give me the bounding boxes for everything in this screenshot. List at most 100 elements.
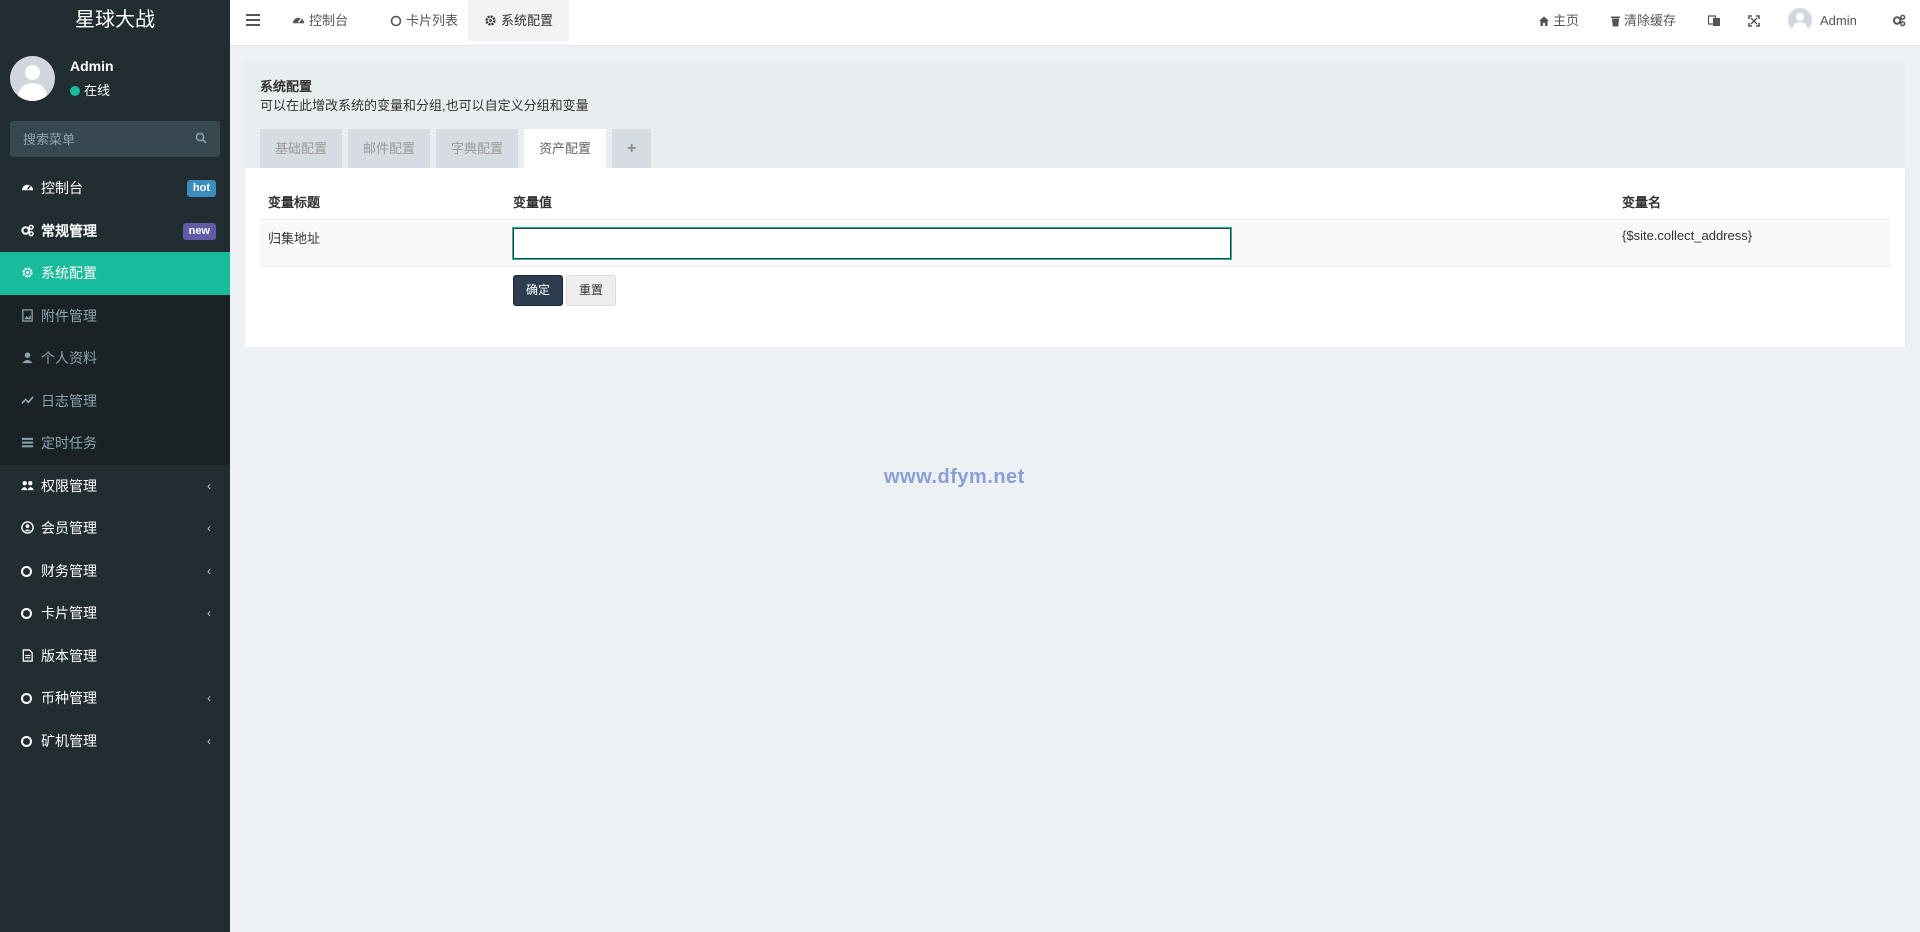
cogs-icon <box>1892 14 1906 27</box>
sidebar-item-label: 个人资料 <box>41 350 97 366</box>
user-circle-icon <box>21 521 34 534</box>
cogs-icon <box>21 224 34 236</box>
dashboard-icon <box>21 184 34 191</box>
chevron-left-icon: ‹ <box>207 478 211 493</box>
sidebar-item-members[interactable]: 会员管理 ‹ <box>0 507 230 550</box>
circle-icon <box>21 735 32 747</box>
sidebar-item-label: 权限管理 <box>41 477 97 494</box>
clear-cache-button[interactable]: 清除缓存 <box>1610 0 1676 41</box>
tab-dictionary-config[interactable]: 字典配置 <box>436 129 519 168</box>
chevron-left-icon: ‹ <box>207 606 211 620</box>
clear-cache-label: 清除缓存 <box>1624 13 1677 28</box>
top-navbar: 控制台 卡片列表 系统配置 主页 清除缓存 Admin <box>230 0 1920 46</box>
sidebar-item-profile[interactable]: 个人资料 <box>0 337 230 380</box>
sidebar-item-miners[interactable]: 矿机管理 ‹ <box>0 720 230 763</box>
user-icon <box>22 352 33 364</box>
sidebar-item-label: 币种管理 <box>41 690 97 706</box>
search-input[interactable] <box>10 121 190 157</box>
chevron-left-icon: ‹ <box>207 691 211 705</box>
tab-basic-config[interactable]: 基础配置 <box>260 129 343 168</box>
language-icon <box>1707 15 1720 26</box>
sidebar-item-label: 常规管理 <box>41 222 97 239</box>
tab-label: 系统配置 <box>501 13 554 28</box>
tab-label: 控制台 <box>309 13 349 28</box>
tab-asset-config[interactable]: 资产配置 <box>524 129 607 168</box>
menu-search <box>10 121 220 157</box>
home-label: 主页 <box>1553 13 1580 28</box>
file-image-icon <box>22 308 33 322</box>
chevron-left-icon: ‹ <box>207 521 211 535</box>
sidebar: 星球大战 Admin 在线 控制台 hot 常规管理 new 系统配置 附件管理… <box>0 0 230 932</box>
circle-icon <box>21 693 32 704</box>
sidebar-item-label: 卡片管理 <box>41 605 97 621</box>
tab-mail-config[interactable]: 邮件配置 <box>348 129 431 168</box>
sidebar-item-finance[interactable]: 财务管理 ‹ <box>0 550 230 593</box>
sidebar-item-label: 版本管理 <box>41 647 97 664</box>
tasks-icon <box>21 437 34 448</box>
circle-icon <box>390 15 402 27</box>
user-menu[interactable]: Admin <box>1788 0 1857 41</box>
sidebar-item-label: 控制台 <box>41 180 83 196</box>
config-panel: 系统配置 可以在此增改系统的变量和分组,也可以自定义分组和变量 基础配置 邮件配… <box>245 61 1905 347</box>
sidebar-item-dashboard[interactable]: 控制台 hot <box>0 167 230 210</box>
log-icon <box>21 395 34 404</box>
sidebar-menu: 控制台 hot 常规管理 new 系统配置 附件管理 个人资料 日志管理 定时任… <box>0 167 230 762</box>
language-button[interactable] <box>1707 0 1724 41</box>
fullscreen-button[interactable] <box>1748 0 1763 41</box>
sidebar-item-tasks[interactable]: 定时任务 <box>0 422 230 465</box>
avatar <box>1788 8 1812 32</box>
sidebar-item-attachments[interactable]: 附件管理 <box>0 294 230 337</box>
sidebar-item-system-config[interactable]: 系统配置 <box>0 252 230 295</box>
app-title[interactable]: 星球大战 <box>0 0 230 41</box>
sidebar-toggle-icon[interactable] <box>246 14 260 28</box>
sidebar-item-permissions[interactable]: 权限管理 ‹ <box>0 465 230 508</box>
sidebar-item-label: 会员管理 <box>41 520 97 536</box>
gear-icon <box>22 267 33 278</box>
tab-dashboard[interactable]: 控制台 <box>276 0 364 41</box>
trash-icon <box>1611 16 1620 27</box>
sidebar-item-label: 附件管理 <box>41 307 97 324</box>
sidebar-item-currencies[interactable]: 币种管理 ‹ <box>0 677 230 720</box>
home-icon <box>1539 16 1549 26</box>
file-text-icon <box>22 648 33 662</box>
sidebar-item-general[interactable]: 常规管理 new <box>0 210 230 253</box>
user-name: Admin <box>70 58 114 74</box>
sidebar-item-versions[interactable]: 版本管理 <box>0 635 230 678</box>
avatar <box>10 56 55 101</box>
group-icon <box>21 480 34 490</box>
watermark: www.dfym.net <box>884 466 1025 488</box>
sidebar-item-label: 矿机管理 <box>41 732 97 749</box>
chevron-left-icon: ‹ <box>207 733 211 748</box>
sidebar-item-logs[interactable]: 日志管理 <box>0 379 230 422</box>
reset-button[interactable]: 重置 <box>566 275 616 306</box>
column-header-title: 变量标题 <box>268 195 321 210</box>
collect-address-input[interactable] <box>512 227 1232 260</box>
search-icon[interactable] <box>195 132 207 144</box>
row-variable-name: {$site.collect_address} <box>1622 228 1753 243</box>
fullscreen-icon <box>1748 15 1760 27</box>
user-panel: Admin 在线 <box>0 41 230 116</box>
panel-heading: 系统配置 可以在此增改系统的变量和分组,也可以自定义分组和变量 基础配置 邮件配… <box>245 61 1905 168</box>
page-description: 可以在此增改系统的变量和分组,也可以自定义分组和变量 <box>260 98 589 113</box>
column-header-value: 变量值 <box>513 195 553 210</box>
control-sidebar-button[interactable] <box>1892 0 1909 41</box>
online-dot-icon <box>70 86 80 96</box>
sidebar-item-label: 定时任务 <box>41 435 97 451</box>
sidebar-item-label: 财务管理 <box>41 562 97 579</box>
user-menu-label: Admin <box>1820 13 1857 28</box>
tab-system-config[interactable]: 系统配置 <box>468 0 570 41</box>
add-group-button[interactable]: + <box>612 129 652 168</box>
circle-icon <box>21 608 32 619</box>
user-status: 在线 <box>70 80 110 99</box>
sidebar-item-label: 日志管理 <box>41 392 97 409</box>
home-link[interactable]: 主页 <box>1538 0 1579 41</box>
submit-button[interactable]: 确定 <box>513 275 563 306</box>
new-badge: new <box>182 222 216 240</box>
tab-label: 卡片列表 <box>406 13 459 28</box>
tab-card-list[interactable]: 卡片列表 <box>374 0 474 41</box>
page-title: 系统配置 <box>260 79 313 94</box>
row-title: 归集地址 <box>268 231 321 246</box>
chevron-left-icon: ‹ <box>207 563 211 578</box>
sidebar-item-cards[interactable]: 卡片管理 ‹ <box>0 592 230 635</box>
sidebar-item-label: 系统配置 <box>41 265 97 281</box>
